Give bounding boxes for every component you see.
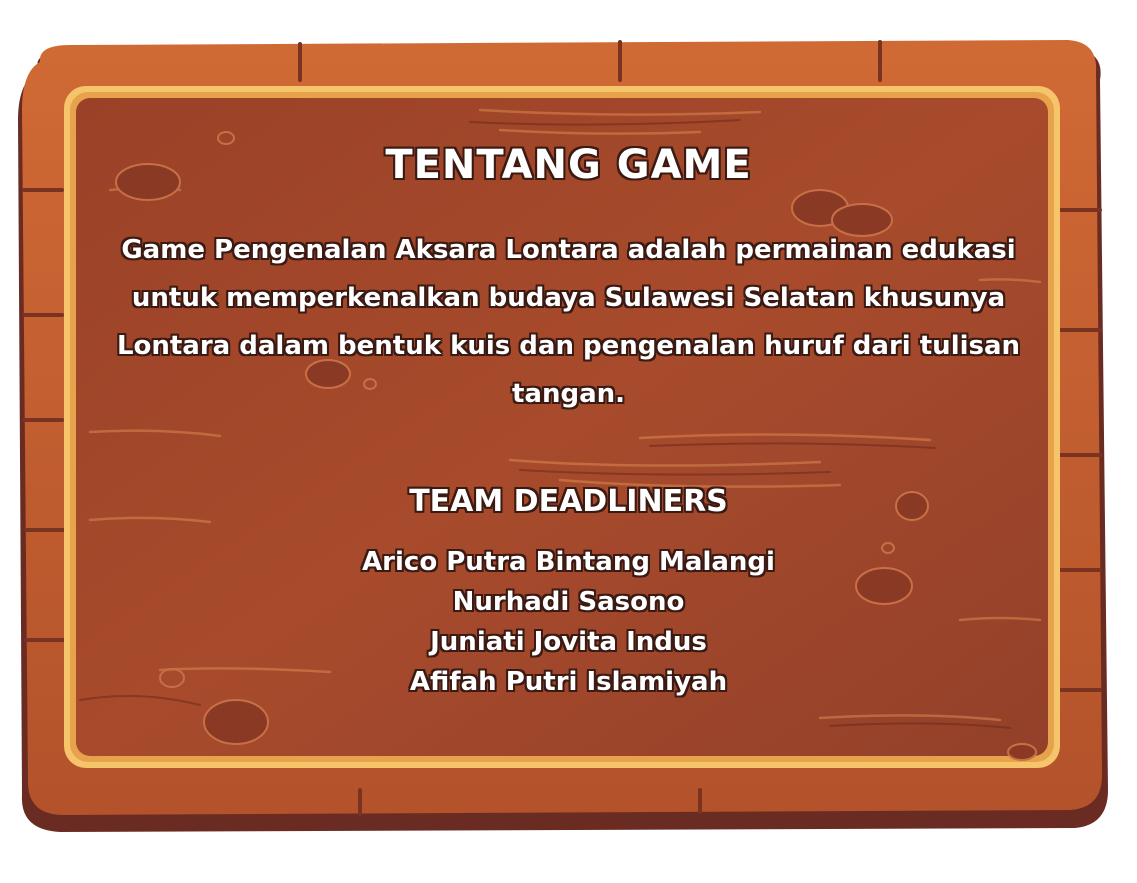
about-description: Game Pengenalan Aksara Lontara adalah pe… (116, 235, 1021, 409)
wooden-board (18, 40, 1108, 832)
team-member-4: Afifah Putri Islamiyah (409, 667, 728, 697)
team-member-2: Nurhadi Sasono (452, 587, 685, 617)
team-member-3: Juniati Jovita Indus (430, 627, 707, 657)
about-title: TENTANG GAME (385, 142, 752, 188)
team-title: TEAM DEADLINERS (409, 484, 728, 519)
team-member-1: Arico Putra Bintang Malangi (362, 547, 775, 577)
team-members: Arico Putra Bintang Malangi Nurhadi Saso… (70, 542, 1067, 702)
